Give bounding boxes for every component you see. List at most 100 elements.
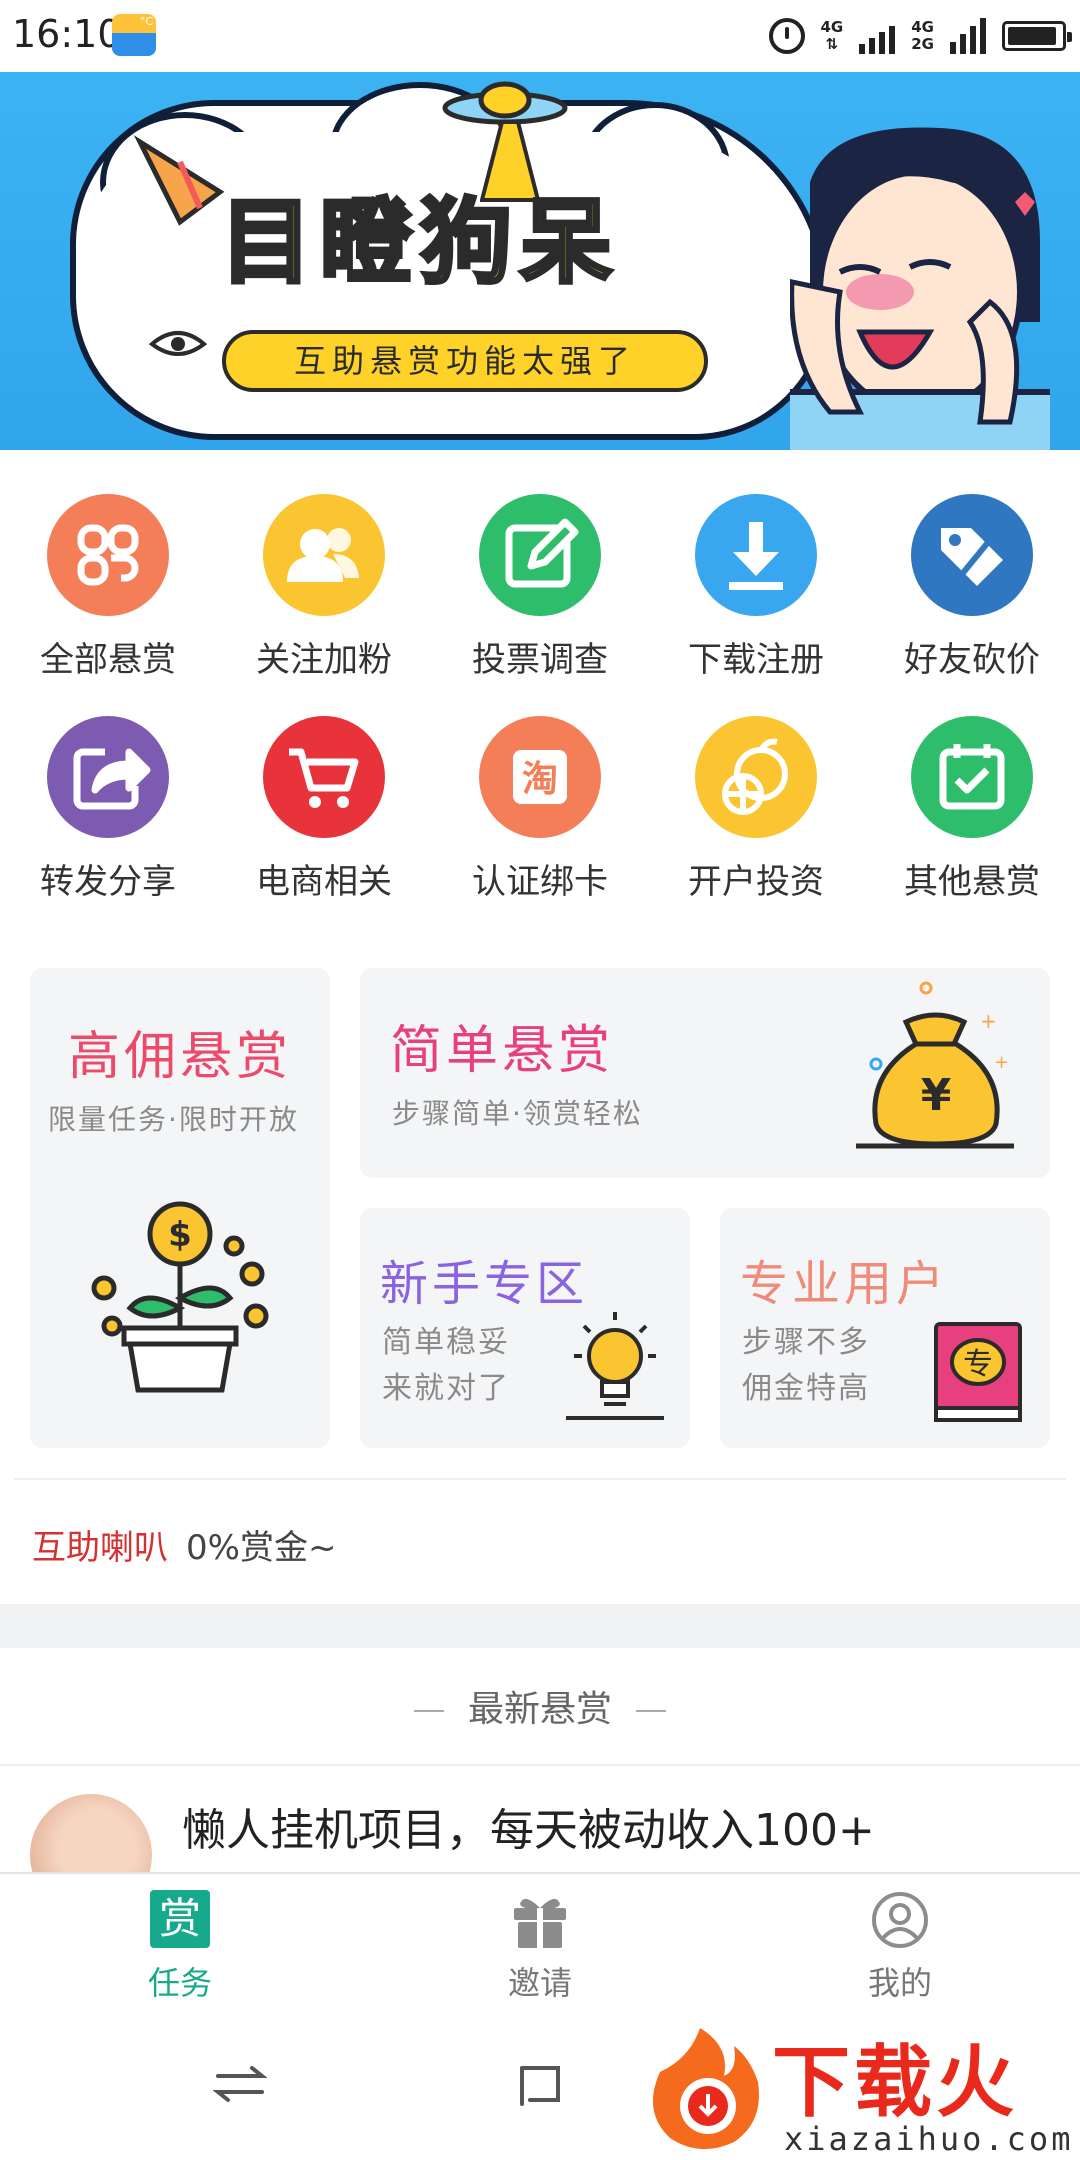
card-title: 专业用户 [740, 1256, 949, 1312]
tag-icon [911, 494, 1033, 616]
category-all-rewards[interactable]: 全部悬赏 [0, 494, 216, 681]
task-list-item[interactable]: 懒人挂机项目，每天被动收入100+ [0, 1766, 1080, 1874]
share-icon [47, 716, 169, 838]
orange-icon [695, 716, 817, 838]
calendar-check-icon [911, 716, 1033, 838]
battery-icon [1002, 21, 1072, 51]
card-title: 新手专区 [380, 1256, 589, 1312]
book-icon: 专 [934, 1322, 1022, 1422]
category-open-account[interactable]: 开户投资 [648, 716, 864, 903]
card-title: 简单悬赏 [390, 1021, 615, 1081]
avatar [30, 1794, 152, 1874]
network-label-4g-2: 4G [911, 18, 934, 36]
promo-banner[interactable]: 目瞪狗呆 互助悬赏功能太强了 [0, 72, 1080, 450]
category-vote-survey[interactable]: 投票调查 [432, 494, 648, 681]
network-type-1: 4G ⇅ [821, 19, 844, 53]
home-icon[interactable] [508, 2052, 572, 2116]
card-high-commission[interactable]: 高佣悬赏 限量任务·限时开放 $ [30, 968, 330, 1448]
section-separator [0, 1604, 1080, 1648]
card-newbie-zone[interactable]: 新手专区 简单稳妥 来就对了 [360, 1208, 690, 1448]
category-label: 开户投资 [688, 862, 824, 902]
weather-icon [112, 14, 156, 56]
reward-tab-icon: 赏 [150, 1890, 210, 1950]
money-plant-icon: $ [91, 1201, 269, 1393]
bottom-tab-bar: 赏 任务 邀请 我的 [0, 1872, 1080, 2008]
category-verify-card[interactable]: 淘 认证绑卡 [432, 716, 648, 903]
svg-text:$: $ [168, 1215, 192, 1255]
svg-text:+: + [980, 1009, 997, 1033]
gift-icon [510, 1890, 570, 1950]
card-subtitle: 步骤简单·领赏轻松 [392, 1097, 643, 1130]
money-bag-icon: ¥ + + [856, 981, 1014, 1149]
section-title: 最新悬赏 [0, 1680, 1080, 1732]
tab-tasks[interactable]: 赏 任务 [80, 1890, 280, 2004]
category-friend-bargain[interactable]: 好友砍价 [864, 494, 1080, 681]
signal-icon [859, 18, 896, 54]
alarm-icon [768, 18, 805, 54]
card-pro-user[interactable]: 专业用户 步骤不多 佣金特高 专 [720, 1208, 1050, 1448]
section-title-text: 最新悬赏 [467, 1689, 612, 1730]
category-label: 电商相关 [256, 862, 392, 902]
category-label: 好友砍价 [904, 640, 1040, 680]
tab-label: 邀请 [507, 1964, 572, 2002]
svg-text:淘: 淘 [522, 759, 558, 800]
clover-icon [47, 494, 169, 616]
pro-symbol: 专 [963, 1347, 993, 1382]
divider [14, 1478, 1066, 1480]
title-dash-left [413, 1710, 444, 1712]
flame-logo-icon [652, 2028, 759, 2150]
card-subtitle: 限量任务·限时开放 [48, 1103, 299, 1136]
status-bar: 16:10 4G ⇅ 4G 2G [0, 0, 1080, 72]
ufo-icon [442, 81, 568, 125]
card-title: 高佣悬赏 [68, 1027, 293, 1087]
task-title: 懒人挂机项目，每天被动收入100+ [182, 1805, 875, 1856]
category-label: 认证绑卡 [472, 862, 608, 902]
category-label: 转发分享 [40, 862, 176, 902]
status-indicators: 4G ⇅ 4G 2G [768, 14, 1072, 58]
category-forward-share[interactable]: 转发分享 [0, 716, 216, 903]
eye-icon [148, 331, 208, 356]
category-label: 全部悬赏 [40, 640, 176, 680]
card-line-2: 佣金特高 [742, 1371, 870, 1406]
announcement-label: 互助喇叭 [32, 1528, 168, 1568]
category-ecommerce[interactable]: 电商相关 [216, 716, 432, 903]
banner-subtitle: 互助悬赏功能太强了 [222, 330, 708, 392]
lightbulb-icon [566, 1312, 664, 1420]
users-icon [263, 494, 385, 616]
watermark-brand: 下载火 [772, 2038, 1019, 2128]
card-line-1: 步骤不多 [742, 1325, 870, 1360]
yuan-symbol: ¥ [921, 1070, 952, 1121]
announcement-text[interactable]: 0%赏金~ [186, 1520, 336, 1569]
svg-text:+: + [994, 1052, 1009, 1073]
tab-mine[interactable]: 我的 [800, 1890, 1000, 2004]
user-profile-icon [870, 1890, 930, 1950]
data-arrows-icon: ⇅ [825, 35, 839, 53]
network-label-4g: 4G [820, 18, 844, 36]
watermark: 下载火 xiazaihuo.com [640, 2020, 1080, 2160]
edit-icon [479, 494, 601, 616]
tab-invite[interactable]: 邀请 [440, 1890, 640, 2004]
category-follow-fans[interactable]: 关注加粉 [216, 494, 432, 681]
card-line-2: 来就对了 [382, 1371, 510, 1406]
category-label: 下载注册 [688, 640, 824, 680]
reward-symbol: 赏 [150, 1890, 210, 1948]
card-simple-reward[interactable]: 简单悬赏 步骤简单·领赏轻松 ¥ + + [360, 968, 1050, 1178]
status-time: 16:10 [12, 12, 122, 56]
banner-title: 目瞪狗呆 [218, 187, 621, 298]
title-dash-right [636, 1710, 666, 1712]
network-type-2: 4G 2G [911, 19, 934, 53]
network-label-2g: 2G [911, 35, 934, 53]
category-other-rewards[interactable]: 其他悬赏 [864, 716, 1080, 903]
cart-icon [263, 716, 385, 838]
tab-label: 任务 [147, 1964, 212, 2002]
category-download-register[interactable]: 下载注册 [648, 494, 864, 681]
category-label: 关注加粉 [256, 640, 392, 680]
category-label: 其他悬赏 [904, 862, 1040, 902]
watermark-url: xiazaihuo.com [784, 2120, 1074, 2158]
download-icon [695, 494, 817, 616]
switch-apps-icon[interactable] [208, 2052, 272, 2116]
signal-icon-2 [950, 18, 986, 54]
party-horn-icon [133, 135, 225, 226]
card-line-1: 简单稳妥 [382, 1325, 510, 1360]
taobao-icon: 淘 [479, 716, 601, 838]
